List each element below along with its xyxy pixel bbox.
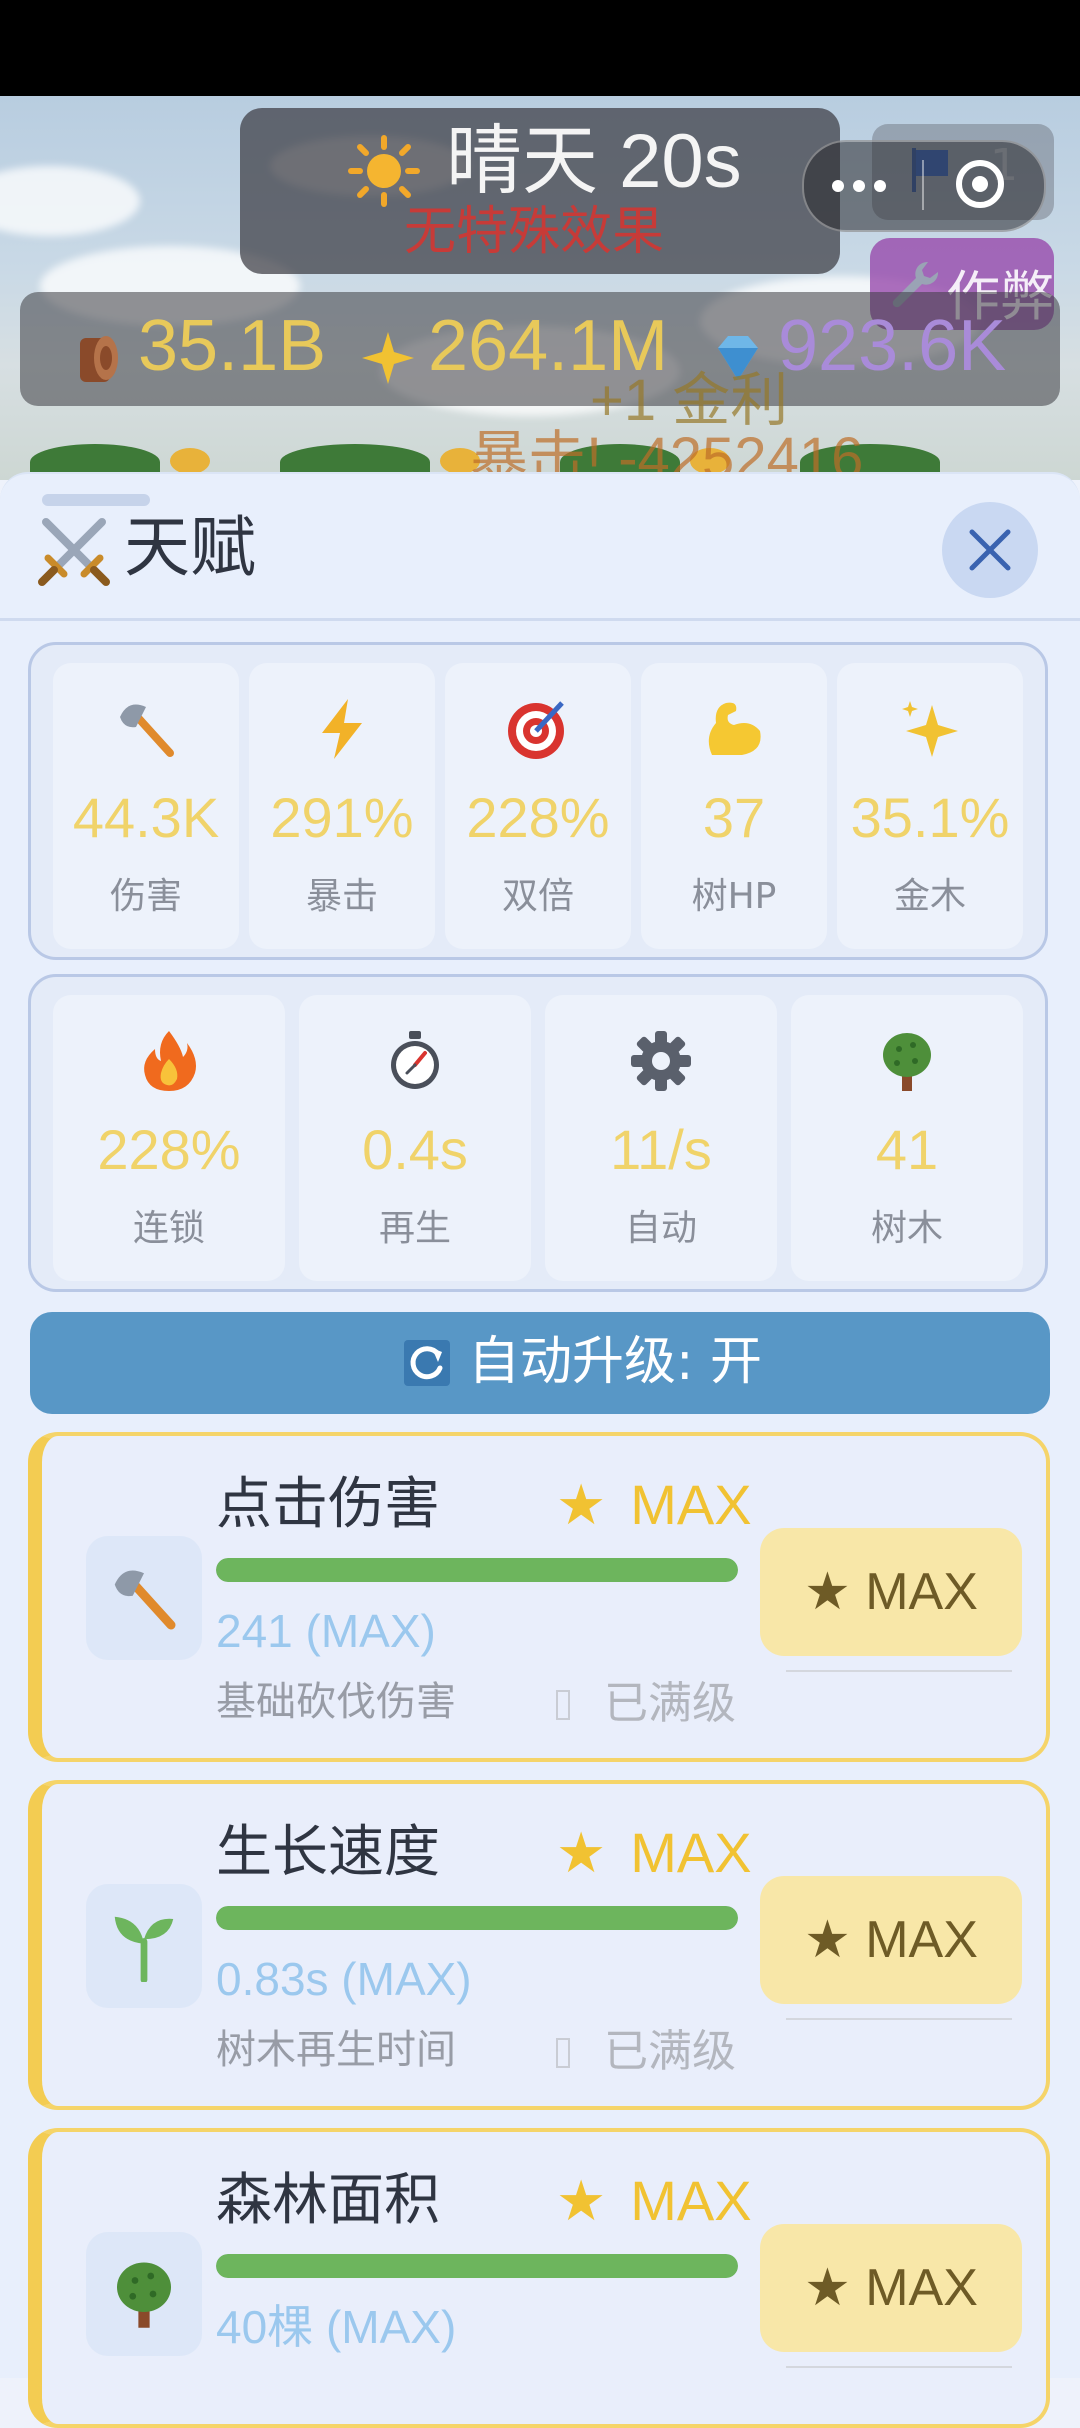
star-icon: ★ [556, 1821, 607, 1884]
auto-upgrade-toggle[interactable]: 自动升级: 开 [30, 1312, 1050, 1414]
upgrade-progress-fill [216, 1558, 738, 1582]
upgrade-icon-box [86, 1536, 202, 1660]
fire-icon [144, 1031, 196, 1091]
upgrade-description: 树木再生时间 [216, 2027, 456, 2073]
button-underline [786, 2366, 1012, 2368]
gem-amount: 923.6K [778, 306, 1007, 386]
close-icon [969, 529, 1011, 571]
upgrade-value: 241 (MAX) [216, 1605, 436, 1657]
auto-upgrade-label: 自动升级: 开 [468, 1332, 763, 1392]
stat-auto: 11/s 自动 [545, 995, 777, 1281]
upgrade-progress-fill [216, 2254, 738, 2278]
close-miniprogram-icon[interactable] [956, 160, 1004, 208]
axe-icon [120, 704, 174, 757]
upgrade-icon-box [86, 2232, 202, 2356]
upgrade-progress-bar [216, 1906, 738, 1930]
button-underline [786, 1670, 1012, 1672]
stat-damage: 44.3K 伤害 [53, 663, 239, 949]
drag-handle[interactable] [42, 494, 150, 506]
upgrade-name: 点击伤害 [216, 1472, 440, 1537]
stats-group-secondary: 228% 连锁 0.4s 再生 11/s 自动 41 树木 [28, 974, 1048, 1292]
stat-double: 228% 双倍 [445, 663, 631, 949]
wood-amount: 35.1B [138, 306, 327, 386]
upgrade-value: 0.83s (MAX) [216, 1953, 472, 2005]
upgrade-name: 生长速度 [216, 1820, 440, 1885]
tree-icon [883, 1033, 931, 1091]
gear-icon [631, 1031, 691, 1091]
sparkle-icon [902, 701, 958, 757]
header-divider [0, 618, 1080, 621]
upgrade-progress-bar [216, 1558, 738, 1582]
sun-icon [348, 135, 420, 207]
muscle-icon [708, 702, 761, 755]
upgrade-name: 森林面积 [216, 2168, 440, 2233]
status-bar [0, 0, 1080, 96]
stat-chain: 228% 连锁 [53, 995, 285, 1281]
upgrade-progress-fill [216, 1906, 738, 1930]
upgrade-status: 已满级 [604, 1678, 736, 1729]
upgrade-max-badge: ★ MAX [556, 2169, 752, 2232]
upgrade-max-badge: ★ MAX [556, 1473, 752, 1536]
placeholder-glyph-icon [556, 1690, 570, 1720]
placeholder-glyph-icon [556, 2038, 570, 2068]
stopwatch-icon [391, 1031, 439, 1089]
target-icon [508, 701, 564, 759]
tree-icon [117, 2262, 171, 2328]
stat-regen: 0.4s 再生 [299, 995, 531, 1281]
crossed-swords-icon [38, 518, 110, 586]
upgrade-icon-box [86, 1884, 202, 2008]
capsule-divider [922, 160, 924, 210]
upgrade-card-forest-area: 森林面积 ★ MAX 40棵 (MAX) ★ MAX [28, 2128, 1050, 2428]
sparkle-icon [362, 332, 414, 384]
stats-group-primary: 44.3K 伤害 291% 暴击 228% 双倍 37 树HP 35.1% 金木 [28, 642, 1048, 960]
close-button[interactable] [942, 502, 1038, 598]
refresh-icon [404, 1340, 450, 1386]
star-icon: ★ [556, 2169, 607, 2232]
panel-title: 天赋 [124, 509, 256, 586]
upgrade-max-button[interactable]: ★ MAX [760, 2224, 1022, 2352]
stat-tree-hp: 37 树HP [641, 663, 827, 949]
upgrade-progress-bar [216, 2254, 738, 2278]
axe-icon [114, 1570, 176, 1630]
upgrade-value: 40棵 (MAX) [216, 2301, 457, 2353]
log-icon [80, 336, 118, 382]
sprout-icon [114, 1916, 174, 1982]
gold-bonus-float: +1 金利 [590, 368, 789, 433]
upgrade-card-click-damage: 点击伤害 ★ MAX 241 (MAX) 基础砍伐伤害 已满级 ★ MAX [28, 1432, 1050, 1762]
upgrade-status: 已满级 [604, 2026, 736, 2077]
star-icon: ★ [556, 1473, 607, 1536]
upgrade-max-button[interactable]: ★ MAX [760, 1876, 1022, 2004]
stat-gold-wood: 35.1% 金木 [837, 663, 1023, 949]
stat-crit: 291% 暴击 [249, 663, 435, 949]
button-underline [786, 2018, 1012, 2020]
more-icon[interactable] [832, 180, 886, 192]
weather-label: 晴天 20s [446, 119, 742, 204]
weather-effect: 无特殊效果 [404, 202, 665, 262]
upgrade-card-growth-speed: 生长速度 ★ MAX 0.83s (MAX) 树木再生时间 已满级 ★ MAX [28, 1780, 1050, 2110]
upgrade-max-button[interactable]: ★ MAX [760, 1528, 1022, 1656]
lightning-icon [322, 699, 362, 759]
upgrade-description: 基础砍伐伤害 [216, 1679, 456, 1725]
upgrade-max-badge: ★ MAX [556, 1821, 752, 1884]
stat-trees: 41 树木 [791, 995, 1023, 1281]
